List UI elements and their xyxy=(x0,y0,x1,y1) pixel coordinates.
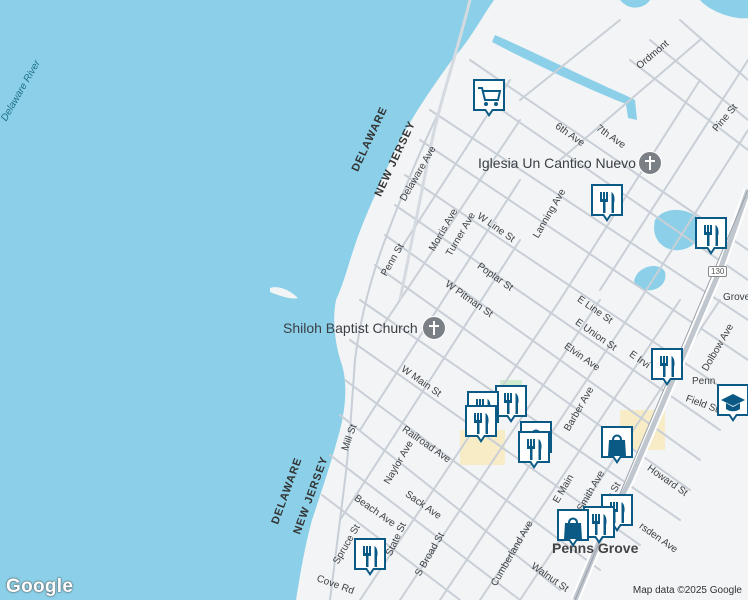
street-grove: Grove xyxy=(723,292,748,303)
google-logo: Google xyxy=(6,576,74,597)
street-penn: Penn xyxy=(692,376,716,387)
school-marker[interactable] xyxy=(716,383,748,422)
shopping-marker-penns-grove[interactable] xyxy=(556,508,590,547)
poi-iglesia-un-cantico-nuevo[interactable]: Iglesia Un Cantico Nuevo xyxy=(478,155,636,171)
restaurant-marker-lanning[interactable] xyxy=(590,183,624,222)
grocery-marker[interactable] xyxy=(472,78,506,117)
church-icon-iglesia xyxy=(638,151,662,175)
restaurant-marker-east[interactable] xyxy=(694,216,728,255)
restaurant-marker-railroad[interactable] xyxy=(517,430,551,469)
restaurant-marker-elvin[interactable] xyxy=(650,347,684,386)
church-icon-shiloh xyxy=(422,316,446,340)
poi-shiloh-baptist-church[interactable]: Shiloh Baptist Church xyxy=(283,320,418,336)
route-130-shield: 130 xyxy=(708,266,728,277)
shopping-marker-howard[interactable] xyxy=(600,425,634,464)
restaurant-marker-main-3[interactable] xyxy=(464,404,498,443)
map-attribution: Map data ©2025 Google xyxy=(632,585,742,596)
restaurant-marker-state[interactable] xyxy=(353,537,387,576)
